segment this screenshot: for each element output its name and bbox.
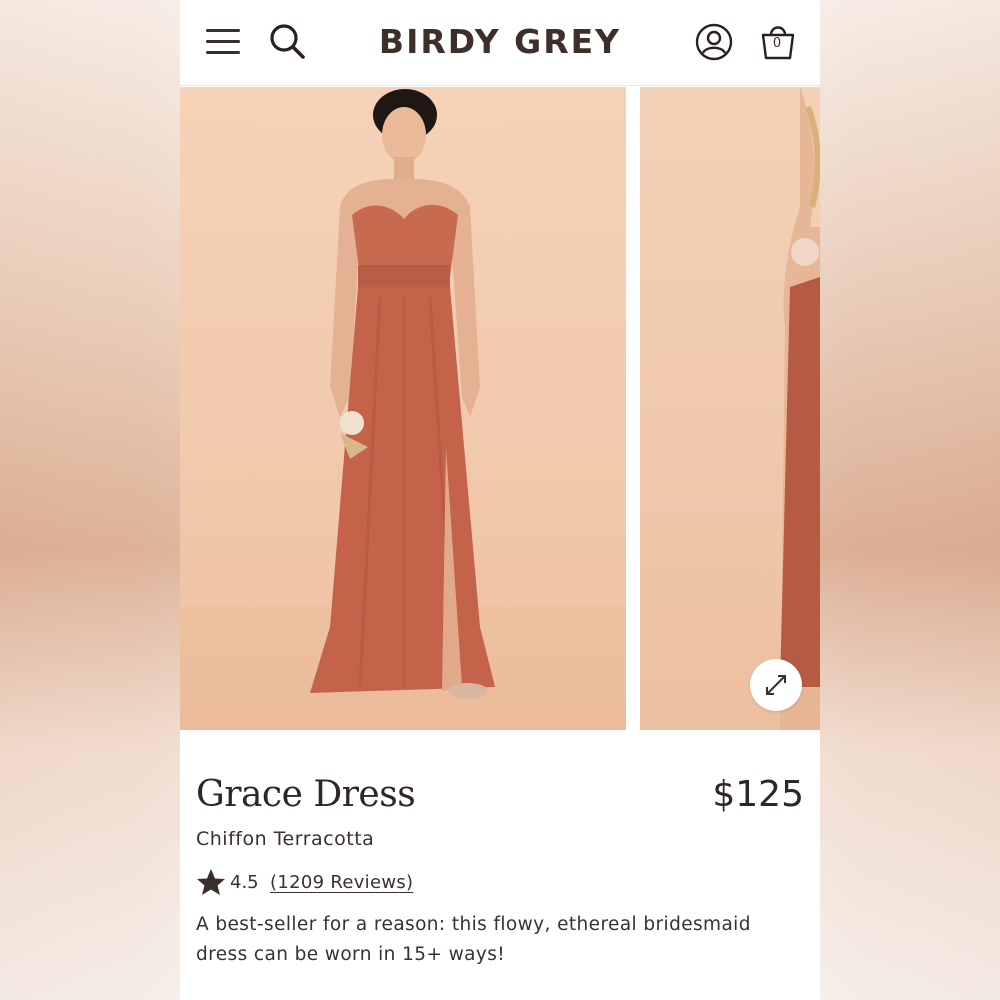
rating-row: 4.5 (1209 Reviews) (196, 868, 596, 898)
search-icon[interactable] (268, 22, 308, 62)
site-header: BIRDY GREY 0 (180, 0, 820, 86)
rating-value: 4.5 (230, 872, 259, 893)
shopping-bag-icon[interactable]: 0 (758, 22, 798, 62)
product-price: $125 (712, 774, 804, 815)
reviews-link[interactable]: (1209 Reviews) (270, 870, 413, 896)
star-icon (196, 868, 226, 896)
product-description: A best-seller for a reason: this flowy, … (196, 914, 751, 965)
account-icon[interactable] (694, 22, 734, 62)
product-gallery[interactable] (180, 87, 820, 730)
product-title: Grace Dress (196, 774, 416, 815)
bag-count: 0 (772, 36, 782, 51)
brand-logo[interactable]: BIRDY GREY (370, 20, 630, 64)
background-blur-left (0, 0, 180, 1000)
background-blur-right (820, 0, 1000, 1000)
product-photo-secondary[interactable] (640, 87, 820, 730)
product-page: BIRDY GREY 0 Grace Dress $125 Chiffon Te… (180, 0, 820, 1000)
expand-arrows-icon[interactable] (750, 659, 802, 711)
hamburger-menu-icon[interactable] (206, 26, 242, 56)
product-photo-main[interactable] (180, 87, 626, 730)
product-variant: Chiffon Terracotta (196, 828, 375, 850)
